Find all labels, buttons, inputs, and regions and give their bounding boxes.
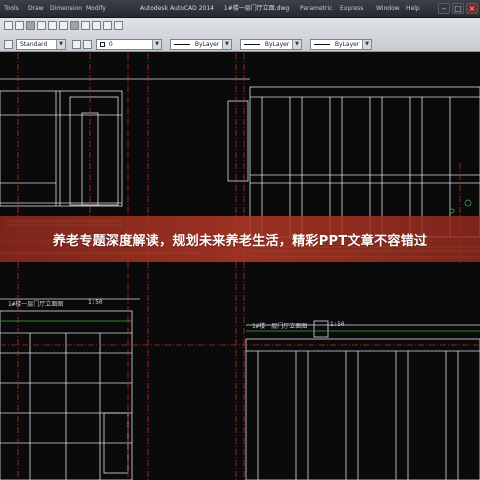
redo-icon[interactable] — [59, 21, 68, 30]
drawing-canvas[interactable]: 1#楼一层门厅立面图 1:50 1#楼一层门厅立面图 1:50 — [0, 53, 480, 480]
open-icon[interactable] — [15, 21, 24, 30]
app-name: Autodesk AutoCAD 2014 — [140, 5, 214, 12]
headline-text: 养老专题深度解读，规划未来养老生活，精彩PPT文章不容错过 — [52, 233, 428, 249]
chevron-down-icon: ▼ — [222, 40, 231, 49]
layer-value: 0 — [108, 41, 113, 48]
chevron-down-icon: ▼ — [56, 40, 65, 49]
matchprop-icon[interactable] — [103, 21, 112, 30]
chevron-down-icon: ▼ — [362, 40, 371, 49]
layer-manager-icon[interactable] — [72, 40, 81, 49]
chevron-down-icon: ▼ — [292, 40, 301, 49]
menu-help[interactable]: Help — [406, 3, 420, 15]
lineweight-line-sample — [314, 44, 330, 45]
minimize-button[interactable]: – — [438, 3, 450, 14]
drawing-name: 1#楼一层门厅立面.dwg — [223, 5, 290, 12]
save-icon[interactable] — [26, 21, 35, 30]
left-elevation-scale: 1:50 — [88, 299, 103, 306]
calculator-icon[interactable] — [114, 21, 123, 30]
menu-dimension[interactable]: Dimension — [50, 3, 82, 15]
linetype-line-sample — [244, 44, 260, 45]
layer-color-swatch — [100, 42, 105, 47]
color-line-sample — [174, 44, 190, 45]
toolbar: Standard ▼ 0 ▼ ByLayer ▼ ByLayer ▼ ByLay… — [0, 18, 480, 52]
menu-draw[interactable]: Draw — [28, 3, 44, 15]
menu-window[interactable]: Window — [376, 3, 400, 15]
linetype-select[interactable]: ByLayer ▼ — [240, 39, 302, 50]
text-style-value: Standard — [20, 41, 48, 48]
maximize-button[interactable]: □ — [452, 3, 464, 14]
text-style-select[interactable]: Standard ▼ — [16, 39, 66, 50]
menu-express[interactable]: Express — [340, 3, 363, 15]
right-elevation-scale: 1:50 — [330, 321, 345, 328]
window-title: Autodesk AutoCAD 2014 1#楼一层门厅立面.dwg — [140, 3, 289, 15]
color-select[interactable]: ByLayer ▼ — [170, 39, 232, 50]
lineweight-select[interactable]: ByLayer ▼ — [310, 39, 372, 50]
close-button[interactable]: × — [466, 3, 478, 14]
linetype-value: ByLayer — [264, 41, 290, 48]
layer-select[interactable]: 0 ▼ — [96, 39, 162, 50]
pan-icon[interactable] — [70, 21, 79, 30]
zoom-icon[interactable] — [81, 21, 90, 30]
new-icon[interactable] — [4, 21, 13, 30]
color-value: ByLayer — [194, 41, 220, 48]
print-icon[interactable] — [37, 21, 46, 30]
text-style-icon[interactable] — [4, 40, 13, 49]
chevron-down-icon: ▼ — [152, 40, 161, 49]
menu-parametric[interactable]: Parametric — [300, 3, 333, 15]
right-elevation-label: 1#楼一层门厅立面图 — [252, 323, 308, 330]
lineweight-value: ByLayer — [334, 41, 360, 48]
menu-tools[interactable]: Tools — [4, 3, 19, 15]
menu-modify[interactable]: Modify — [86, 3, 106, 15]
undo-icon[interactable] — [48, 21, 57, 30]
layer-state-icon[interactable] — [83, 40, 92, 49]
properties-icon[interactable] — [92, 21, 101, 30]
drawing-viewport — [0, 53, 480, 480]
headline-banner: 养老专题深度解读，规划未来养老生活，精彩PPT文章不容错过 — [0, 216, 480, 262]
left-elevation-label: 1#楼一层门厅立面图 — [8, 301, 64, 308]
title-bar: Tools Draw Dimension Modify Autodesk Aut… — [0, 0, 480, 18]
